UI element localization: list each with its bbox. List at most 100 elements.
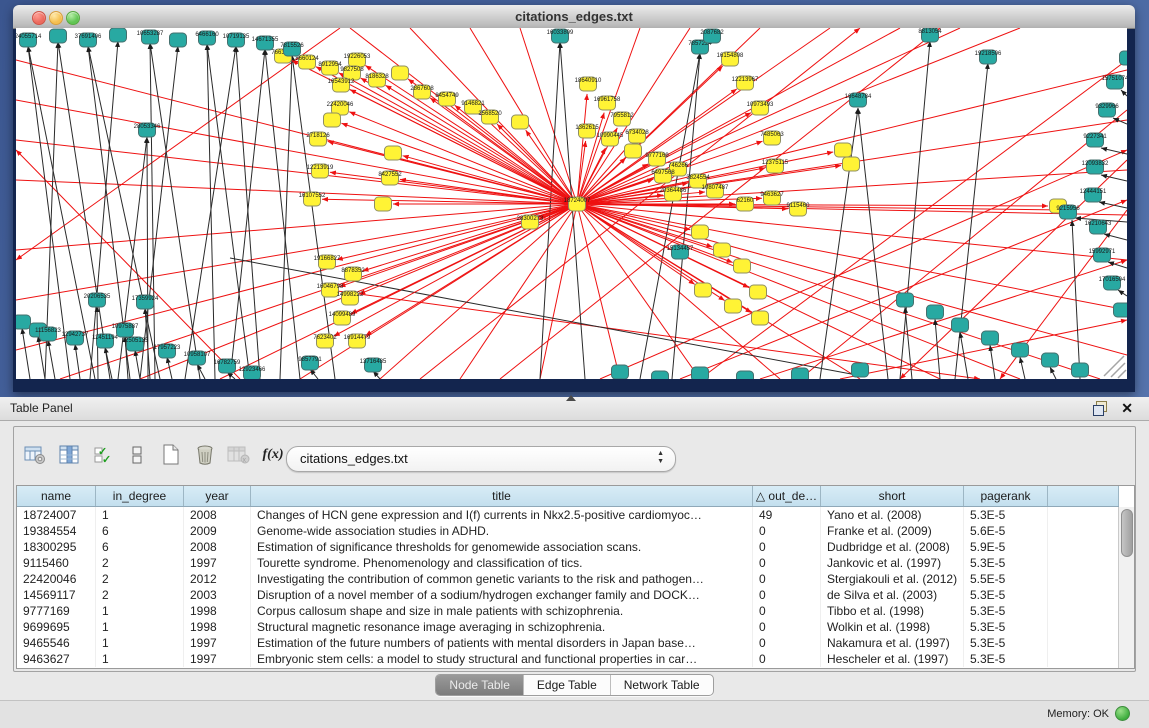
graph-node[interactable] <box>1072 363 1089 377</box>
window-titlebar[interactable]: citations_edges.txt <box>13 5 1135 29</box>
citation-network-graph[interactable]: 7663822866012489129541922605398275081654… <box>16 28 1127 379</box>
column-header-in_degree[interactable]: in_degree <box>96 486 184 506</box>
graph-node-label: 28300273 <box>517 216 544 222</box>
graph-node[interactable] <box>612 365 629 379</box>
graph-node[interactable] <box>897 293 914 307</box>
graph-node-label: 28053346 <box>134 124 161 130</box>
column-header-name[interactable]: name <box>17 486 96 506</box>
table-cell: 9777169 <box>17 603 96 619</box>
new-table-icon[interactable] <box>154 440 188 470</box>
vertical-scrollbar[interactable] <box>1118 507 1134 668</box>
graph-node[interactable] <box>852 363 869 377</box>
table-settings-icon[interactable] <box>18 440 52 470</box>
column-header-year[interactable]: year <box>184 486 251 506</box>
graph-node[interactable] <box>16 315 31 329</box>
select-rows-icon[interactable]: ✓✓ <box>86 440 120 470</box>
graph-node[interactable] <box>1012 343 1029 357</box>
show-column-icon[interactable] <box>52 440 86 470</box>
graph-node-label: 16046798 <box>317 284 344 290</box>
table-cell <box>1048 603 1119 619</box>
graph-node[interactable] <box>725 299 742 313</box>
graph-node[interactable] <box>1120 51 1128 65</box>
tab-node-table[interactable]: Node Table <box>436 675 524 695</box>
table-panel-body: ✓✓ x f(x) citations_edges. <box>13 426 1136 672</box>
table-cell: 9699695 <box>17 619 96 635</box>
graph-node[interactable] <box>734 259 751 273</box>
table-selector-dropdown[interactable]: citations_edges.txt ▲▼ <box>286 446 676 472</box>
graph-node-label: 9146821 <box>461 101 485 107</box>
tab-edge-table[interactable]: Edge Table <box>524 675 611 695</box>
graph-node[interactable] <box>792 368 809 379</box>
scrollbar-thumb[interactable] <box>1121 509 1133 557</box>
table-row[interactable]: 969969511998Structural magnetic resonanc… <box>17 619 1119 635</box>
graph-edge <box>577 28 1020 204</box>
graph-node[interactable] <box>750 285 767 299</box>
graph-node[interactable] <box>170 33 187 47</box>
graph-node[interactable] <box>714 243 731 257</box>
table-cell: 0 <box>753 619 821 635</box>
column-header-filler[interactable] <box>1048 486 1119 506</box>
graph-node[interactable] <box>110 28 127 42</box>
table-row[interactable]: 1456911722003Disruption of a novel membe… <box>17 587 1119 603</box>
row-height-icon[interactable] <box>120 440 154 470</box>
float-panel-icon[interactable] <box>1093 401 1108 415</box>
graph-node-label: 11156823 <box>35 328 61 334</box>
graph-node[interactable] <box>652 371 669 379</box>
column-header-short[interactable]: short <box>821 486 964 506</box>
graph-node-label: 6734028 <box>625 130 649 136</box>
graph-node[interactable] <box>324 113 341 127</box>
graph-node[interactable] <box>512 115 529 129</box>
graph-node[interactable] <box>982 331 999 345</box>
table-row[interactable]: 946362711997Embryonic stem cells: a mode… <box>17 651 1119 667</box>
graph-node[interactable] <box>1042 353 1059 367</box>
collapse-handle-icon[interactable] <box>566 395 576 401</box>
graph-node[interactable] <box>692 367 709 379</box>
graph-node[interactable] <box>952 318 969 332</box>
network-canvas[interactable]: 7663822866012489129541922605398275081654… <box>16 28 1127 379</box>
graph-node[interactable] <box>737 371 754 379</box>
table-cell: 14569117 <box>17 587 96 603</box>
graph-node[interactable] <box>392 66 409 80</box>
graph-node[interactable] <box>50 29 67 43</box>
table-row[interactable]: 977716911998Corpus callosum shape and si… <box>17 603 1119 619</box>
node-table: namein_degreeyeartitle△ out_de…shortpage… <box>16 485 1135 669</box>
graph-node[interactable] <box>695 283 712 297</box>
resize-grip-icon[interactable] <box>1104 356 1126 378</box>
column-header-out_degree[interactable]: △ out_de… <box>753 486 821 506</box>
graph-node[interactable] <box>752 311 769 325</box>
table-cell: 2 <box>96 587 184 603</box>
graph-edge <box>760 260 1127 379</box>
table-cell: Tourette syndrome. Phenomenology and cla… <box>251 555 753 571</box>
delete-table-icon[interactable] <box>188 440 222 470</box>
table-row[interactable]: 946554611997Estimation of the future num… <box>17 635 1119 651</box>
graph-edge <box>150 43 155 379</box>
table-header-row: namein_degreeyeartitle△ out_de…shortpage… <box>17 486 1119 507</box>
delete-column-icon[interactable]: x <box>222 440 256 470</box>
table-row[interactable]: 2242004622012Investigating the contribut… <box>17 571 1119 587</box>
table-cell: 0 <box>753 587 821 603</box>
graph-node[interactable] <box>385 146 402 160</box>
graph-node[interactable] <box>692 225 709 239</box>
graph-node[interactable] <box>1114 303 1128 317</box>
graph-node[interactable] <box>835 143 852 157</box>
table-row[interactable]: 911546021997Tourette syndrome. Phenomeno… <box>17 555 1119 571</box>
table-cell: 0 <box>753 635 821 651</box>
memory-ok-indicator[interactable] <box>1115 706 1130 721</box>
status-bar: Memory: OK <box>0 700 1149 728</box>
table-row[interactable]: 1938455462009Genome-wide association stu… <box>17 523 1119 539</box>
graph-node[interactable] <box>625 144 642 158</box>
graph-node[interactable] <box>927 305 944 319</box>
tab-network-table[interactable]: Network Table <box>611 675 713 695</box>
graph-node[interactable] <box>375 197 392 211</box>
graph-node-label: 3824554 <box>686 175 710 181</box>
close-panel-icon[interactable]: ✕ <box>1121 399 1133 417</box>
graph-node-label: 12444151 <box>1080 189 1107 195</box>
function-builder-icon[interactable]: f(x) <box>256 440 290 470</box>
graph-node-label: 16961758 <box>594 97 621 103</box>
graph-node[interactable] <box>843 157 860 171</box>
table-panel-title: Table Panel <box>10 401 73 415</box>
column-header-pagerank[interactable]: pagerank <box>964 486 1048 506</box>
column-header-title[interactable]: title <box>251 486 753 506</box>
table-row[interactable]: 1872400712008Changes of HCN gene express… <box>17 507 1119 523</box>
table-row[interactable]: 1830029562008Estimation of significance … <box>17 539 1119 555</box>
